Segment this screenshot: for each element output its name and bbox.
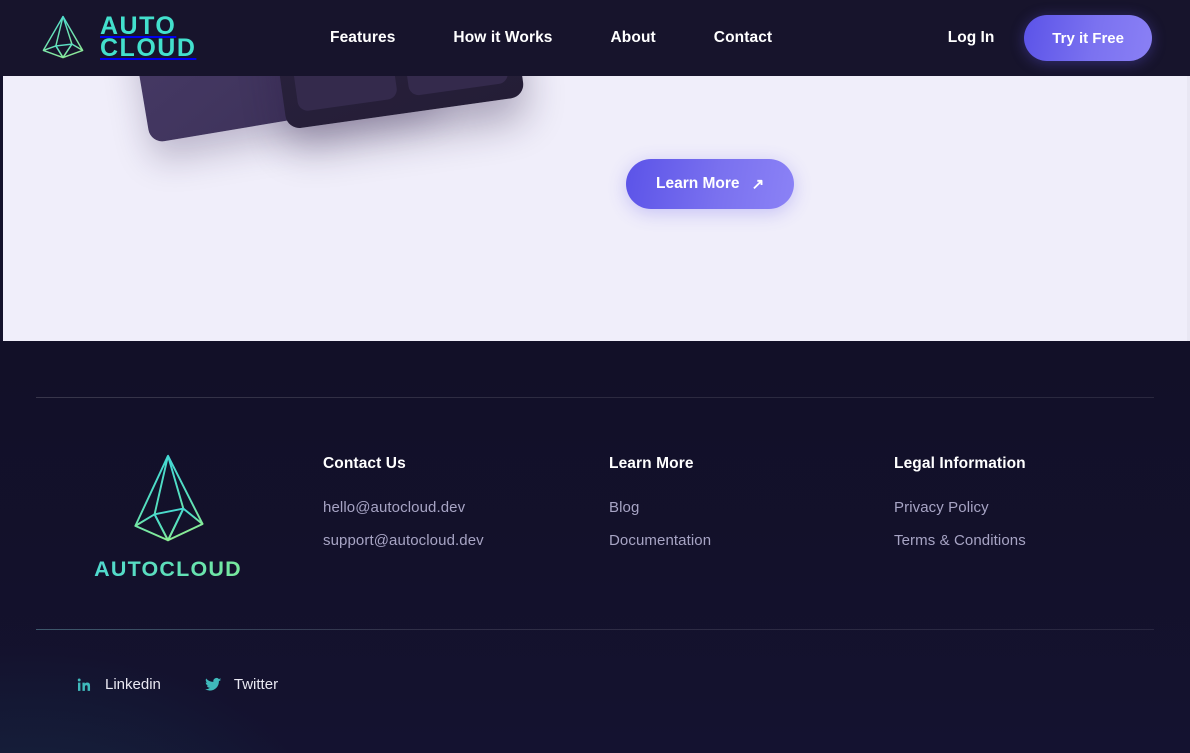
footer-column-title: Learn More	[609, 455, 694, 472]
brand-logo[interactable]: AUTO CLOUD	[36, 12, 196, 62]
footer-column-title: Legal Information	[894, 455, 1026, 472]
footer-wordmark: AUTOCLOUD	[92, 557, 244, 582]
footer-column-title: Contact Us	[323, 455, 406, 472]
footer-link-documentation[interactable]: Documentation	[609, 532, 711, 549]
footer-column-legal-information: Legal Information Privacy Policy Terms &…	[894, 455, 1026, 565]
footer-link-hello-email[interactable]: hello@autocloud.dev	[323, 499, 484, 516]
brand-wordmark: AUTO CLOUD	[100, 14, 197, 62]
arrow-up-right-icon: ↗	[751, 175, 765, 193]
primary-nav: Features How it Works About Contact	[330, 0, 772, 76]
footer-link-privacy-policy[interactable]: Privacy Policy	[894, 499, 1026, 516]
learn-more-label: Learn More	[656, 175, 740, 192]
dashboard-preview-card: 10 ✕	[260, 76, 526, 130]
footer-divider-bottom	[36, 629, 1154, 630]
site-header: AUTO CLOUD Features How it Works About C…	[0, 0, 1190, 76]
twitter-icon	[204, 676, 222, 693]
brand-line-2: CLOUD	[100, 34, 197, 62]
autocloud-pyramid-logo-icon	[42, 15, 84, 59]
social-links: Linkedin Twitter	[76, 676, 278, 693]
login-link[interactable]: Log In	[948, 29, 995, 47]
nav-item-how-it-works[interactable]: How it Works	[453, 29, 552, 47]
footer-link-terms-conditions[interactable]: Terms & Conditions	[894, 532, 1026, 549]
social-label-linkedin: Linkedin	[105, 676, 161, 693]
footer-link-support-email[interactable]: support@autocloud.dev	[323, 532, 484, 549]
social-label-twitter: Twitter	[233, 676, 279, 693]
footer-column-learn-more: Learn More Blog Documentation	[609, 455, 711, 565]
nav-item-about[interactable]: About	[611, 29, 656, 47]
nav-item-contact[interactable]: Contact	[714, 29, 772, 47]
footer-brand[interactable]: AUTOCLOUD	[92, 451, 244, 582]
social-link-linkedin[interactable]: Linkedin	[76, 676, 161, 693]
linkedin-icon	[76, 676, 93, 693]
dashboard-panel-left	[277, 76, 399, 112]
dashboard-panel-right: 10 ✕	[387, 76, 509, 97]
social-link-twitter[interactable]: Twitter	[204, 676, 279, 693]
site-footer: AUTOCLOUD Contact Us hello@autocloud.dev…	[0, 341, 1190, 753]
footer-column-contact-us: Contact Us hello@autocloud.dev support@a…	[323, 455, 484, 565]
autocloud-pyramid-logo-icon	[134, 454, 204, 542]
nav-item-features[interactable]: Features	[330, 29, 395, 47]
hero-section: currency } ebs (filter: { isBootDisk: 10…	[3, 76, 1187, 341]
page-left-edge	[0, 76, 3, 341]
feature-illustration: currency } ebs (filter: { isBootDisk: 10…	[113, 76, 543, 166]
page-root: AUTO CLOUD Features How it Works About C…	[0, 0, 1190, 753]
try-it-free-button[interactable]: Try it Free	[1024, 15, 1152, 61]
learn-more-button[interactable]: Learn More ↗	[626, 159, 795, 209]
header-actions: Log In Try it Free	[948, 0, 1152, 76]
footer-link-blog[interactable]: Blog	[609, 499, 711, 516]
footer-divider-top	[36, 397, 1154, 398]
